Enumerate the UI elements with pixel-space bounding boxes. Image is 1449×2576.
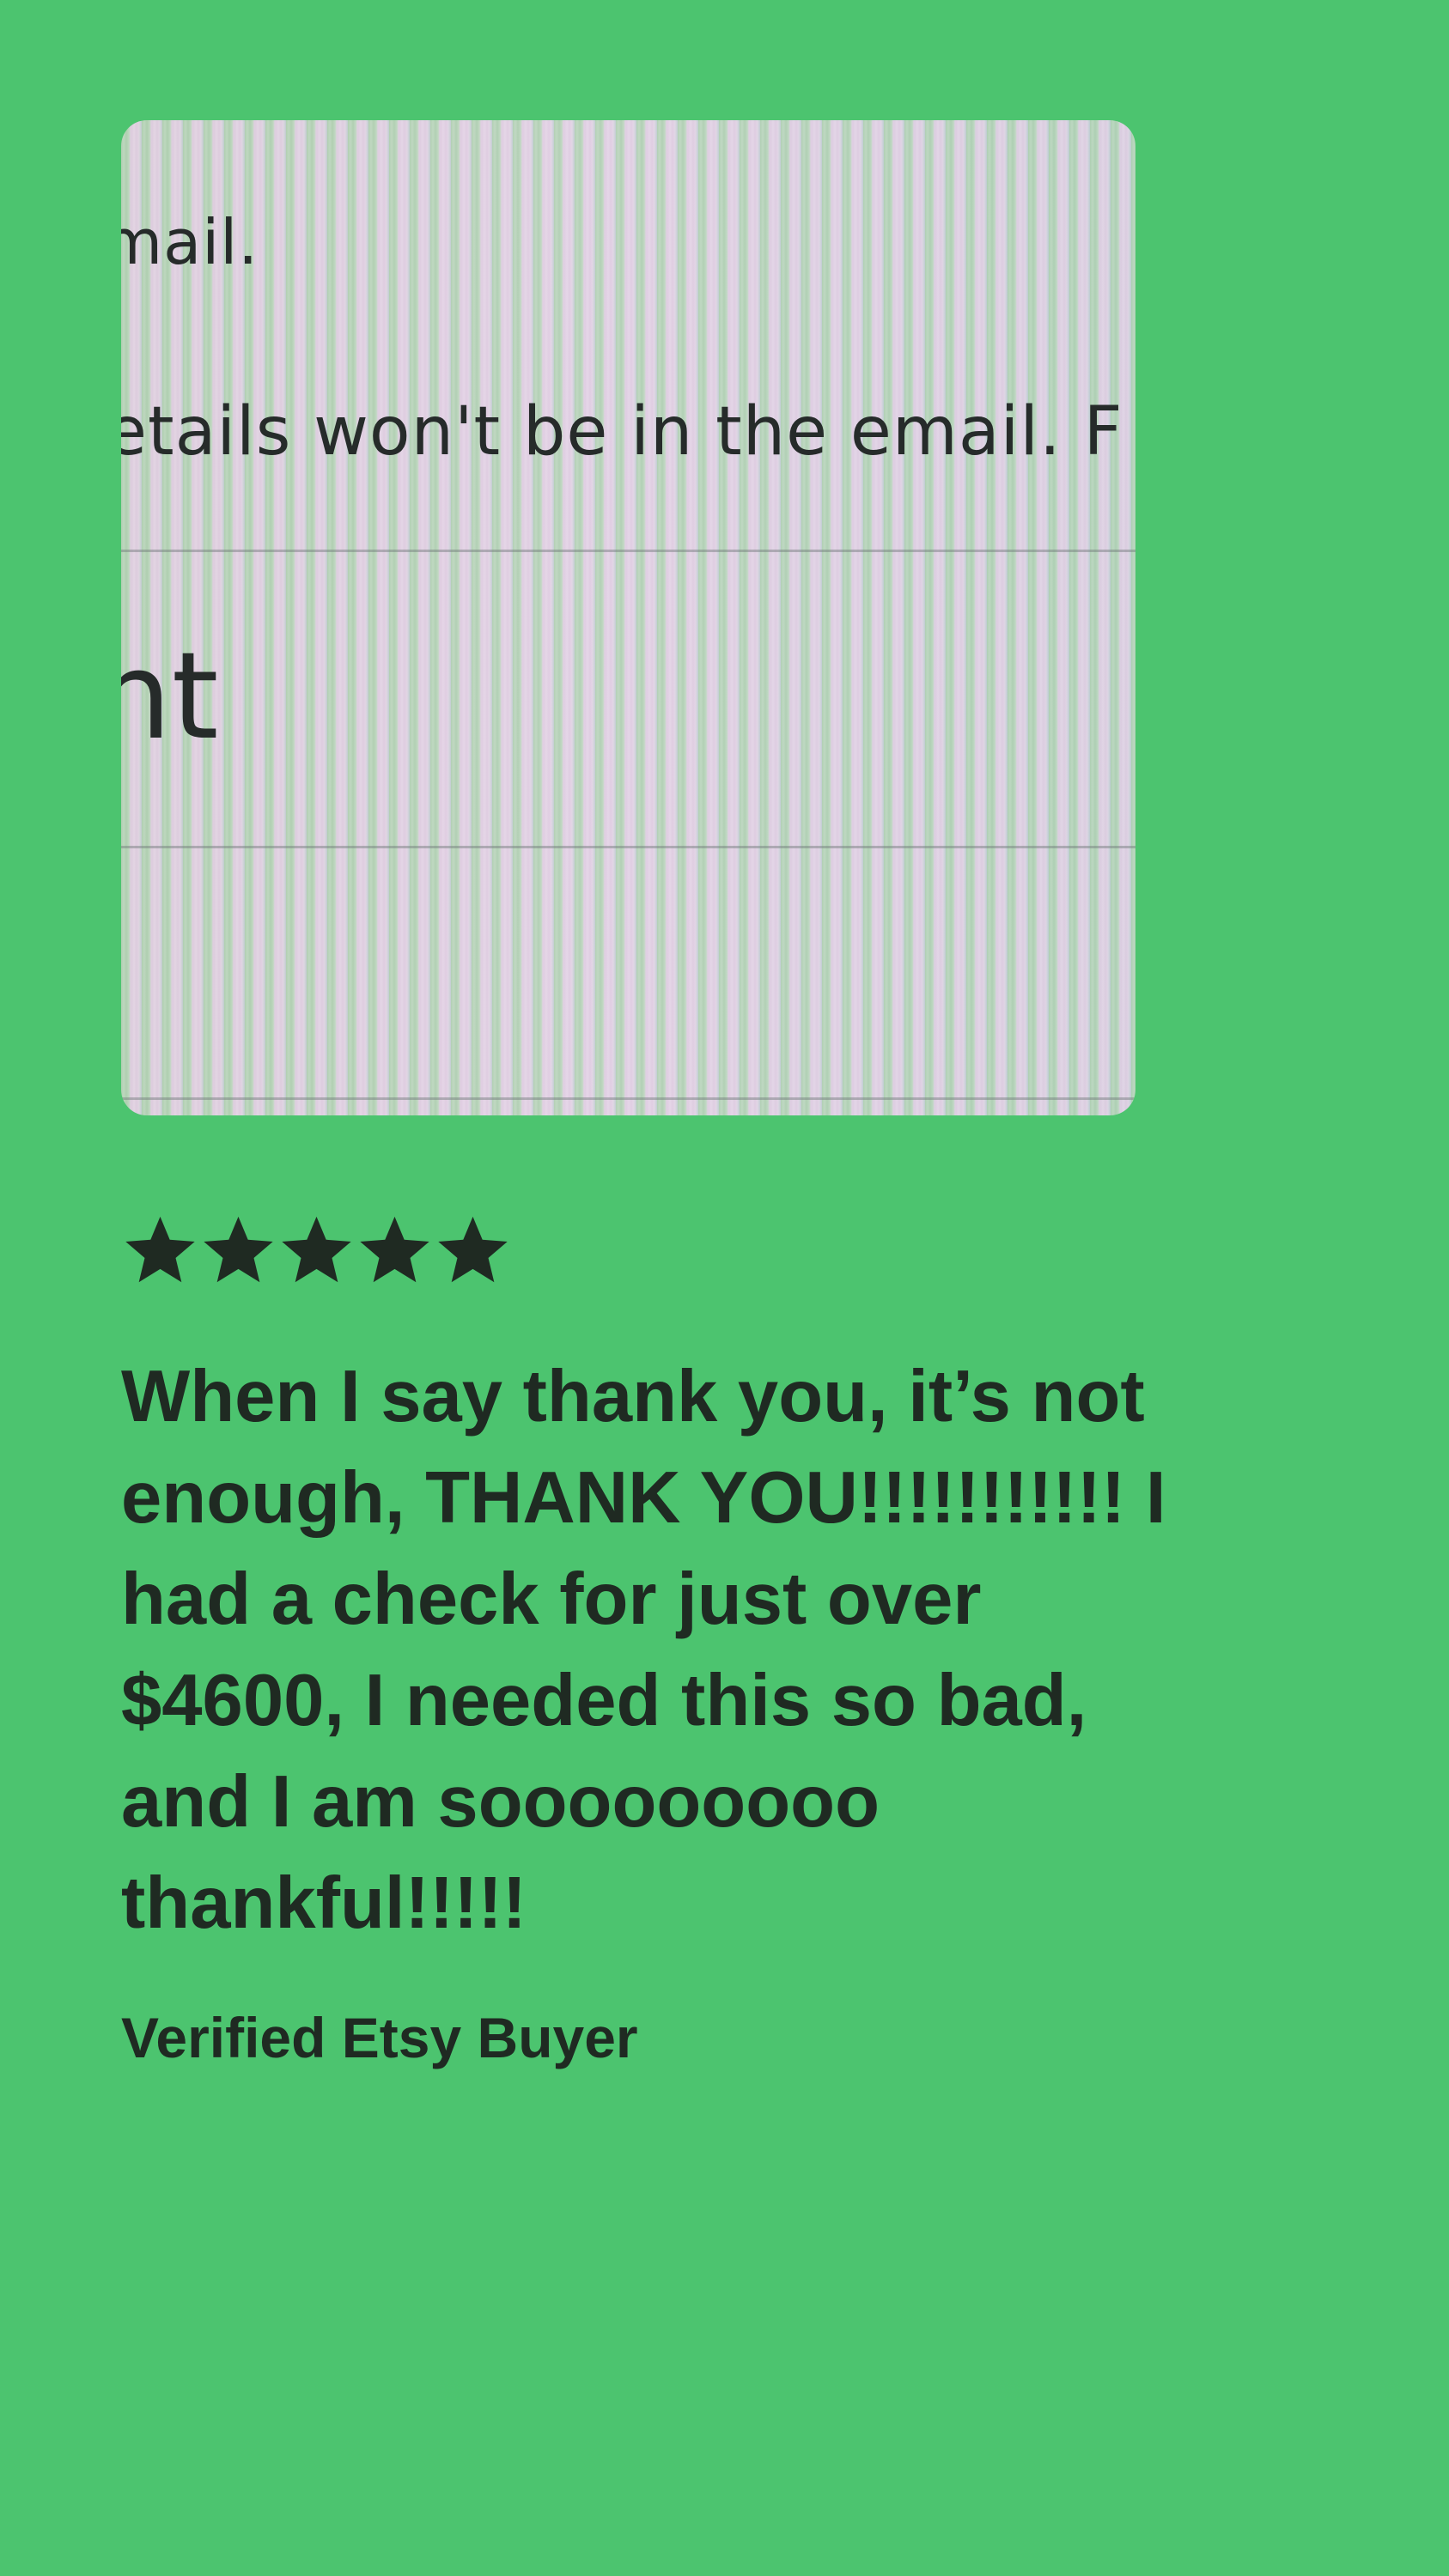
- review-text-line: enough, THANK YOU!!!!!!!!!!! I: [121, 1457, 1166, 1539]
- star-icon: [199, 1211, 277, 1289]
- review-text: When I say thank you, it’s not enough, T…: [121, 1346, 1324, 1954]
- review-text-line: $4600, I needed this so bad,: [121, 1660, 1087, 1741]
- review-card: mail. etails won't be in the email. F nt…: [0, 0, 1449, 2576]
- reviewer-label: Verified Etsy Buyer: [121, 2006, 638, 2069]
- photo-divider: [121, 846, 1135, 848]
- star-rating: [121, 1211, 512, 1297]
- photo-text-line: mail.: [121, 206, 259, 278]
- review-text-line: had a check for just over: [121, 1558, 982, 1640]
- review-text-line: thankful!!!!!: [121, 1862, 527, 1944]
- star-icon: [277, 1211, 356, 1289]
- star-icon: [356, 1211, 434, 1289]
- review-photo[interactable]: mail. etails won't be in the email. F nt: [121, 120, 1135, 1115]
- photo-divider: [121, 550, 1135, 552]
- photo-text-line: nt: [121, 627, 219, 767]
- review-text-line: and I am sooooooooo: [121, 1761, 880, 1843]
- star-icon: [121, 1211, 199, 1289]
- photo-divider: [121, 1097, 1135, 1100]
- star-icon: [434, 1211, 512, 1289]
- review-text-line: When I say thank you, it’s not: [121, 1356, 1145, 1437]
- photo-text-line: etails won't be in the email. F: [121, 393, 1123, 471]
